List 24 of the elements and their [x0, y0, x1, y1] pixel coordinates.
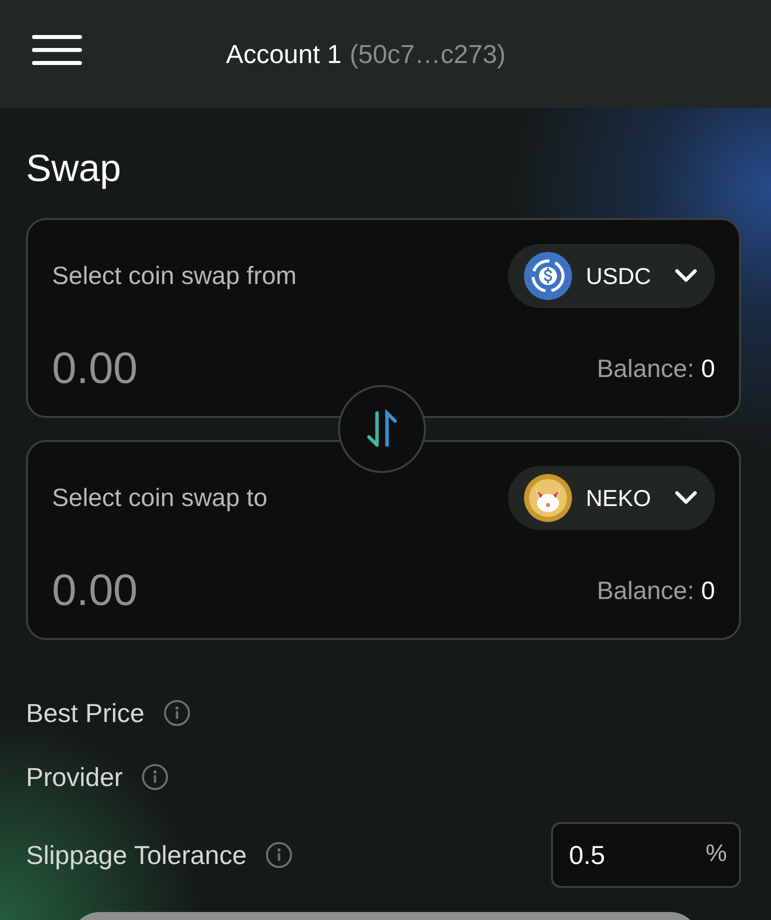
amount-field[interactable]: 0.00 — [52, 566, 312, 616]
page-title: Swap — [26, 148, 122, 191]
account-address: (50c7…c273) — [350, 38, 506, 70]
detail-label: Provider — [26, 762, 123, 792]
token-select[interactable]: NEKO — [508, 466, 715, 530]
slippage-label: Slippage Tolerance — [26, 840, 247, 870]
amount-field[interactable]: 0.00 — [52, 344, 312, 394]
token-select[interactable]: USDC — [508, 244, 715, 308]
chevron-down-icon — [675, 491, 697, 505]
info-icon[interactable] — [162, 699, 190, 727]
info-icon[interactable] — [264, 841, 293, 869]
account-name: Account 1 — [226, 38, 342, 70]
dollar-coin-icon — [524, 252, 572, 300]
cat-coin-icon — [524, 474, 572, 522]
card-label: Select coin swap to — [52, 484, 268, 512]
swap-arrows-icon — [364, 409, 400, 449]
card-label: Select coin swap from — [52, 262, 297, 290]
info-icon[interactable] — [140, 763, 169, 791]
percent-unit: % — [706, 840, 727, 868]
menu-button[interactable] — [32, 35, 82, 65]
balance-text: Balance: 0 — [596, 576, 715, 606]
detail-label: Best Price — [26, 698, 144, 728]
chevron-down-icon — [675, 269, 697, 283]
balance-text: Balance: 0 — [596, 354, 715, 384]
